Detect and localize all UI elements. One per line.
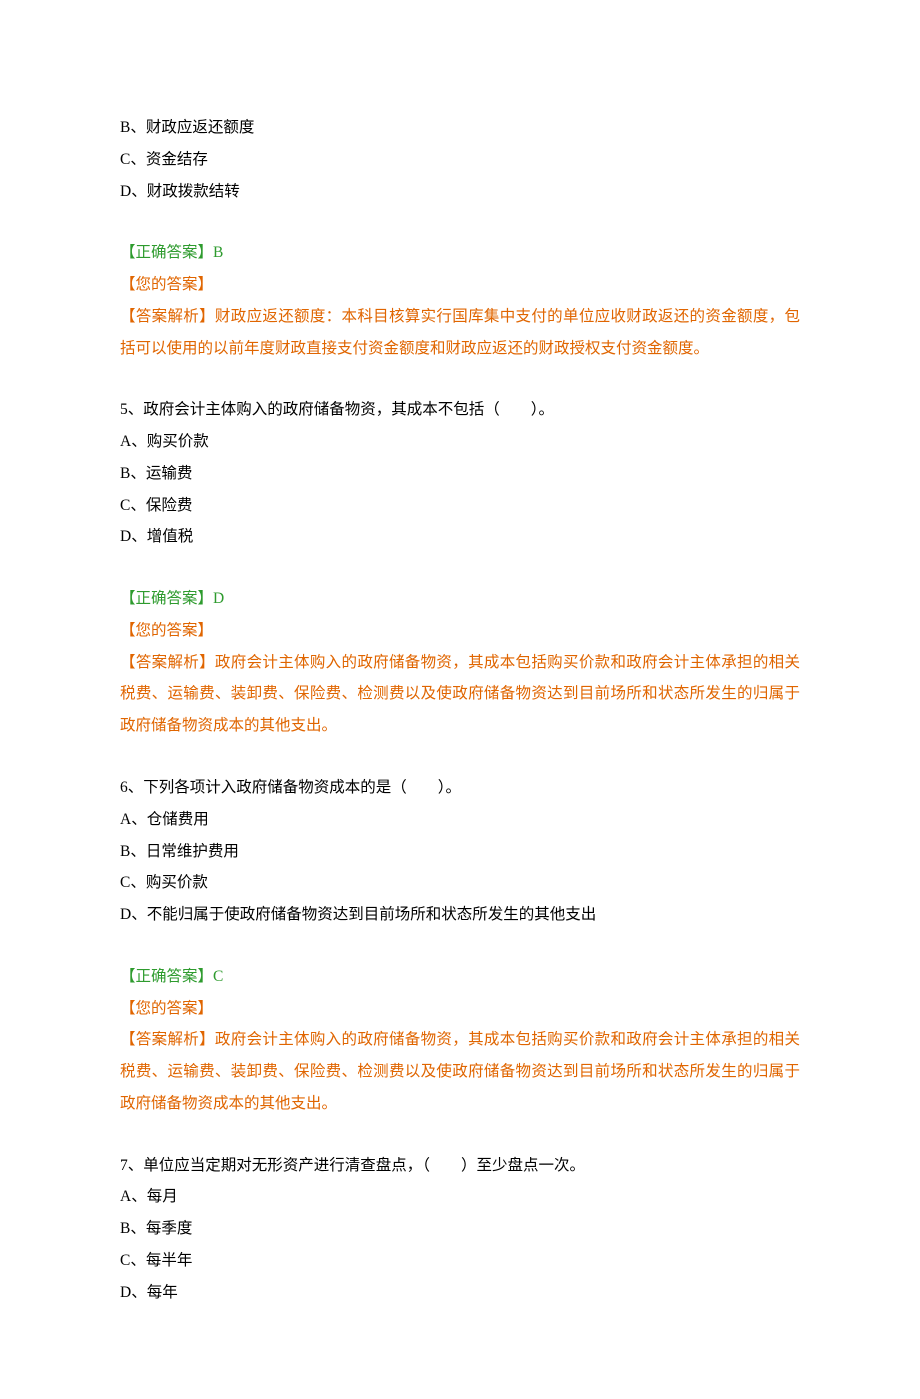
q6-option-d: D、不能归属于使政府储备物资达到目前场所和状态所发生的其他支出 — [120, 899, 800, 931]
q4-option-b: B、财政应返还额度 — [120, 112, 800, 144]
q6-option-a: A、仓储费用 — [120, 804, 800, 836]
q4-answer-block: 【正确答案】B 【您的答案】 【答案解析】财政应返还额度：本科目核算实行国库集中… — [120, 237, 800, 364]
q7-option-d: D、每年 — [120, 1277, 800, 1309]
q5-correct-answer: 【正确答案】D — [120, 583, 800, 615]
q5-option-a: A、购买价款 — [120, 426, 800, 458]
q7-block: 7、单位应当定期对无形资产进行清查盘点，（ ）至少盘点一次。 A、每月 B、每季… — [120, 1150, 800, 1309]
q7-option-b: B、每季度 — [120, 1213, 800, 1245]
q4-explanation: 【答案解析】财政应返还额度：本科目核算实行国库集中支付的单位应收财政返还的资金额… — [120, 301, 800, 365]
q5-option-b: B、运输费 — [120, 458, 800, 490]
q4-options-tail: B、财政应返还额度 C、资金结存 D、财政拨款结转 — [120, 112, 800, 207]
q4-option-d: D、财政拨款结转 — [120, 176, 800, 208]
q6-explanation: 【答案解析】政府会计主体购入的政府储备物资，其成本包括购买价款和政府会计主体承担… — [120, 1024, 800, 1119]
q5-stem: 5、政府会计主体购入的政府储备物资，其成本不包括（ ）。 — [120, 394, 800, 426]
q5-option-d: D、增值税 — [120, 521, 800, 553]
q7-option-c: C、每半年 — [120, 1245, 800, 1277]
page: B、财政应返还额度 C、资金结存 D、财政拨款结转 【正确答案】B 【您的答案】… — [0, 0, 920, 1399]
q5-option-c: C、保险费 — [120, 490, 800, 522]
q4-option-c: C、资金结存 — [120, 144, 800, 176]
q4-your-answer: 【您的答案】 — [120, 269, 800, 301]
q4-correct-answer: 【正确答案】B — [120, 237, 800, 269]
q5-answer-block: 【正确答案】D 【您的答案】 【答案解析】政府会计主体购入的政府储备物资，其成本… — [120, 583, 800, 742]
q6-your-answer: 【您的答案】 — [120, 993, 800, 1025]
q6-block: 6、下列各项计入政府储备物资成本的是（ ）。 A、仓储费用 B、日常维护费用 C… — [120, 772, 800, 931]
q6-answer-block: 【正确答案】C 【您的答案】 【答案解析】政府会计主体购入的政府储备物资，其成本… — [120, 961, 800, 1120]
q5-block: 5、政府会计主体购入的政府储备物资，其成本不包括（ ）。 A、购买价款 B、运输… — [120, 394, 800, 553]
q7-option-a: A、每月 — [120, 1181, 800, 1213]
q6-option-b: B、日常维护费用 — [120, 836, 800, 868]
q5-your-answer: 【您的答案】 — [120, 615, 800, 647]
q5-explanation: 【答案解析】政府会计主体购入的政府储备物资，其成本包括购买价款和政府会计主体承担… — [120, 647, 800, 742]
q7-stem: 7、单位应当定期对无形资产进行清查盘点，（ ）至少盘点一次。 — [120, 1150, 800, 1182]
q6-stem: 6、下列各项计入政府储备物资成本的是（ ）。 — [120, 772, 800, 804]
q6-correct-answer: 【正确答案】C — [120, 961, 800, 993]
q6-option-c: C、购买价款 — [120, 867, 800, 899]
